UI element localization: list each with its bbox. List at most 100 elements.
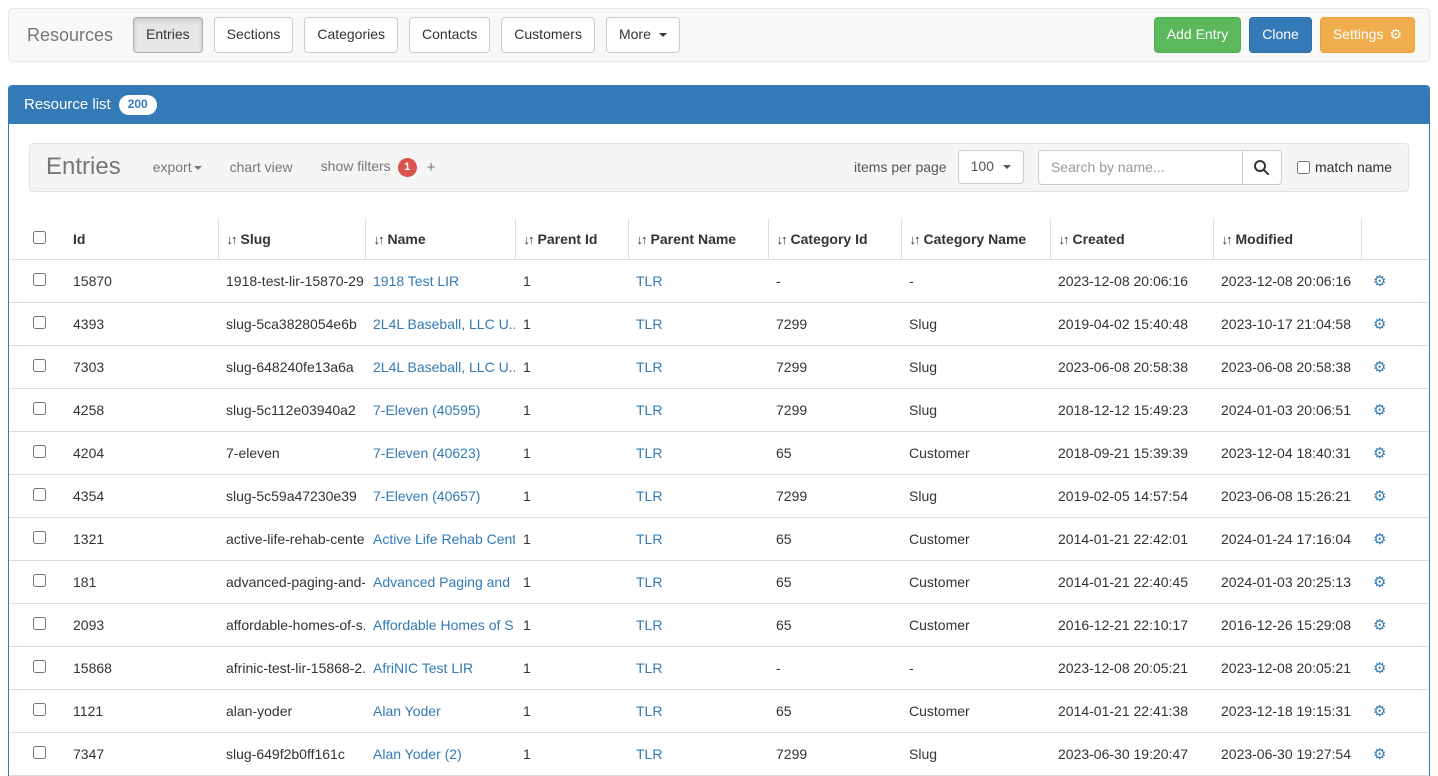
row-settings-gear-icon[interactable]: ⚙ bbox=[1373, 273, 1386, 290]
items-per-page-select[interactable]: 100 bbox=[958, 150, 1024, 184]
cell-id: 181 bbox=[65, 560, 218, 603]
cell-parent-id: 1 bbox=[515, 431, 628, 474]
parent-name-link[interactable]: TLR bbox=[636, 273, 662, 289]
parent-name-link[interactable]: TLR bbox=[636, 316, 662, 332]
column-header-modified[interactable]: ↓↑Modified bbox=[1213, 219, 1361, 260]
name-link[interactable]: Alan Yoder (2) bbox=[373, 746, 462, 762]
select-all-checkbox[interactable] bbox=[33, 231, 46, 244]
name-link[interactable]: AfriNIC Test LIR bbox=[373, 660, 473, 676]
row-settings-gear-icon[interactable]: ⚙ bbox=[1373, 488, 1386, 505]
column-header-category-id[interactable]: ↓↑Category Id bbox=[768, 219, 901, 260]
column-header-category-name[interactable]: ↓↑Category Name bbox=[901, 219, 1050, 260]
table-row: 181advanced-paging-and-...Advanced Pagin… bbox=[9, 560, 1429, 603]
column-header-parent-name[interactable]: ↓↑Parent Name bbox=[628, 219, 768, 260]
name-link[interactable]: 7-Eleven (40595) bbox=[373, 402, 480, 418]
row-settings-gear-icon[interactable]: ⚙ bbox=[1373, 660, 1386, 677]
clone-button[interactable]: Clone bbox=[1249, 17, 1312, 53]
cell-created: 2016-12-21 22:10:17 bbox=[1050, 603, 1213, 646]
row-settings-gear-icon[interactable]: ⚙ bbox=[1373, 703, 1386, 720]
parent-name-link[interactable]: TLR bbox=[636, 402, 662, 418]
row-settings-gear-icon[interactable]: ⚙ bbox=[1373, 359, 1386, 376]
row-settings-gear-icon[interactable]: ⚙ bbox=[1373, 402, 1386, 419]
row-checkbox[interactable] bbox=[33, 402, 46, 415]
parent-name-link[interactable]: TLR bbox=[636, 574, 662, 590]
row-settings-gear-icon[interactable]: ⚙ bbox=[1373, 574, 1386, 591]
cell-category-id: 7299 bbox=[768, 302, 901, 345]
parent-name-link[interactable]: TLR bbox=[636, 660, 662, 676]
column-header-slug[interactable]: ↓↑Slug bbox=[218, 219, 365, 260]
tab-entries[interactable]: Entries bbox=[133, 17, 203, 53]
name-link[interactable]: Advanced Paging and ... bbox=[373, 574, 515, 590]
name-link[interactable]: 2L4L Baseball, LLC U... bbox=[373, 316, 515, 332]
parent-name-link[interactable]: TLR bbox=[636, 617, 662, 633]
cell-parent-name: TLR bbox=[628, 560, 768, 603]
settings-button[interactable]: Settings⚙ bbox=[1320, 17, 1415, 53]
row-checkbox[interactable] bbox=[33, 273, 46, 286]
cell-modified: 2023-06-08 20:58:38 bbox=[1213, 345, 1361, 388]
row-settings-gear-icon[interactable]: ⚙ bbox=[1373, 316, 1386, 333]
row-checkbox[interactable] bbox=[33, 660, 46, 673]
list-controls: items per page 100 match name bbox=[854, 150, 1392, 185]
parent-name-link[interactable]: TLR bbox=[636, 531, 662, 547]
row-settings-gear-icon[interactable]: ⚙ bbox=[1373, 445, 1386, 462]
parent-name-link[interactable]: TLR bbox=[636, 359, 662, 375]
cell-created: 2023-12-08 20:06:16 bbox=[1050, 259, 1213, 302]
chart-view-link[interactable]: chart view bbox=[230, 159, 293, 175]
match-name-checkbox[interactable] bbox=[1297, 161, 1310, 174]
cell-category-name: Customer bbox=[901, 517, 1050, 560]
cell-created: 2014-01-21 22:41:38 bbox=[1050, 689, 1213, 732]
row-checkbox[interactable] bbox=[33, 531, 46, 544]
name-link[interactable]: Affordable Homes of S... bbox=[373, 617, 515, 633]
row-settings-gear-icon[interactable]: ⚙ bbox=[1373, 617, 1386, 634]
tab-customers[interactable]: Customers bbox=[501, 17, 595, 53]
column-header-parent-id[interactable]: ↓↑Parent Id bbox=[515, 219, 628, 260]
cell-parent-id: 1 bbox=[515, 560, 628, 603]
parent-name-link[interactable]: TLR bbox=[636, 703, 662, 719]
row-settings-gear-icon[interactable]: ⚙ bbox=[1373, 746, 1386, 763]
tab-contacts[interactable]: Contacts bbox=[409, 17, 490, 53]
clone-label: Clone bbox=[1262, 25, 1299, 45]
tab-sections[interactable]: Sections bbox=[214, 17, 294, 53]
export-dropdown-link[interactable]: export bbox=[153, 159, 202, 175]
row-actions-cell: ⚙ bbox=[1361, 345, 1429, 388]
cell-parent-name: TLR bbox=[628, 259, 768, 302]
cell-category-id: 65 bbox=[768, 689, 901, 732]
name-link[interactable]: 2L4L Baseball, LLC U... bbox=[373, 359, 515, 375]
row-checkbox[interactable] bbox=[33, 359, 46, 372]
search-input[interactable] bbox=[1038, 150, 1243, 185]
parent-name-link[interactable]: TLR bbox=[636, 445, 662, 461]
row-checkbox[interactable] bbox=[33, 703, 46, 716]
row-checkbox[interactable] bbox=[33, 316, 46, 329]
column-label: Parent Name bbox=[651, 231, 737, 247]
cell-name: Alan Yoder bbox=[365, 689, 515, 732]
name-link[interactable]: Alan Yoder bbox=[373, 703, 441, 719]
name-link[interactable]: Active Life Rehab Center bbox=[373, 531, 515, 547]
name-link[interactable]: 7-Eleven (40623) bbox=[373, 445, 480, 461]
add-entry-button[interactable]: Add Entry bbox=[1154, 17, 1241, 53]
column-header-created[interactable]: ↓↑Created bbox=[1050, 219, 1213, 260]
parent-name-link[interactable]: TLR bbox=[636, 488, 662, 504]
search-button[interactable] bbox=[1242, 150, 1282, 185]
cell-category-id: 7299 bbox=[768, 345, 901, 388]
row-settings-gear-icon[interactable]: ⚙ bbox=[1373, 531, 1386, 548]
tab-entries-label: Entries bbox=[146, 25, 190, 45]
row-checkbox[interactable] bbox=[33, 617, 46, 630]
row-checkbox[interactable] bbox=[33, 488, 46, 501]
column-header-name[interactable]: ↓↑Name bbox=[365, 219, 515, 260]
add-filter-link[interactable]: + bbox=[427, 159, 436, 176]
select-all-header bbox=[9, 219, 65, 260]
more-dropdown-button[interactable]: More bbox=[606, 17, 680, 53]
row-checkbox[interactable] bbox=[33, 445, 46, 458]
tab-categories[interactable]: Categories bbox=[304, 17, 398, 53]
parent-name-link[interactable]: TLR bbox=[636, 746, 662, 762]
items-per-page-label: items per page bbox=[854, 159, 947, 175]
show-filters-link[interactable]: show filters1 bbox=[321, 158, 417, 177]
name-link[interactable]: 1918 Test LIR bbox=[373, 273, 459, 289]
search-group bbox=[1038, 150, 1282, 185]
filter-count-badge: 1 bbox=[398, 158, 417, 177]
resource-list-panel: Resource list 200 Entries export chart v… bbox=[8, 85, 1430, 776]
name-link[interactable]: 7-Eleven (40657) bbox=[373, 488, 480, 504]
row-checkbox[interactable] bbox=[33, 746, 46, 759]
row-checkbox[interactable] bbox=[33, 574, 46, 587]
resource-type-tabs: Entries Sections Categories Contacts Cus… bbox=[133, 17, 680, 53]
